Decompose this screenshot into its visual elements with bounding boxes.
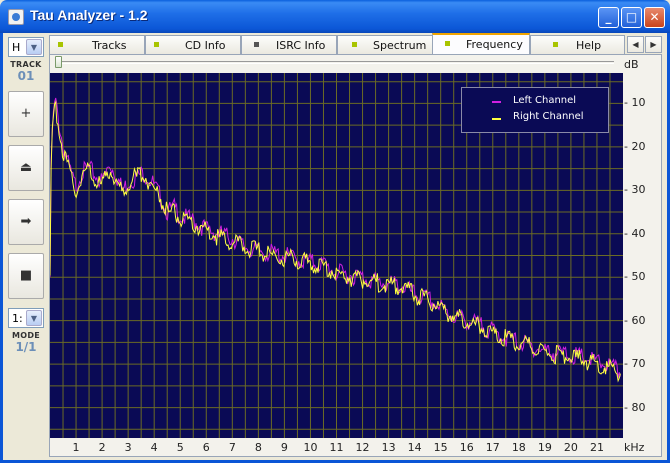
x-tick-label: 18 bbox=[511, 441, 526, 454]
plus-icon: + bbox=[20, 106, 32, 121]
stop-icon: ■ bbox=[19, 268, 33, 283]
tab-spectrum[interactable]: Spectrum bbox=[337, 35, 433, 54]
tab-cd-info-icon bbox=[154, 42, 159, 47]
legend-label-right: Right Channel bbox=[513, 111, 584, 122]
tab-cd-info[interactable]: CD Info bbox=[145, 35, 241, 54]
tab-label: ISRC Info bbox=[276, 39, 326, 52]
x-tick-label: 19 bbox=[537, 441, 552, 454]
tab-isrc-info-icon bbox=[254, 42, 259, 47]
x-tick-label: 20 bbox=[563, 441, 578, 454]
frequency-slider-thumb[interactable] bbox=[55, 56, 62, 68]
add-button[interactable]: + bbox=[8, 91, 44, 137]
legend-label-left: Left Channel bbox=[513, 95, 577, 106]
x-tick-label: 14 bbox=[407, 441, 422, 454]
app-icon bbox=[8, 9, 24, 25]
left-panel: H ▼ TRACK 01 + ⏏ ➡ ■ 1: ▼ MODE 1/1 bbox=[8, 37, 44, 457]
x-tick-label: 4 bbox=[150, 441, 158, 454]
tab-label: Help bbox=[576, 39, 602, 52]
tab-tracks-icon bbox=[58, 42, 63, 47]
tab-label: Tracks bbox=[92, 39, 127, 52]
x-tick-label: 12 bbox=[355, 441, 370, 454]
legend-swatch-right bbox=[492, 118, 501, 120]
mode-select-value: 1: bbox=[12, 312, 23, 325]
chevron-left-icon: ◀ bbox=[632, 40, 639, 49]
x-tick-label: 5 bbox=[176, 441, 184, 454]
x-tick-label: 10 bbox=[303, 441, 318, 454]
x-tick-label: 16 bbox=[459, 441, 474, 454]
minimize-button[interactable]: _ bbox=[598, 7, 619, 28]
frequency-slider-track[interactable] bbox=[58, 61, 614, 64]
window-title: Tau Analyzer - 1.2 bbox=[30, 7, 148, 23]
chevron-down-icon: ▼ bbox=[26, 39, 42, 55]
tab-scroll-left-button[interactable]: ◀ bbox=[627, 36, 644, 53]
tab-scroll-right-button[interactable]: ▶ bbox=[645, 36, 662, 53]
x-tick-label: 9 bbox=[280, 441, 288, 454]
legend-swatch-left bbox=[492, 101, 501, 103]
tab-label: Frequency bbox=[466, 38, 523, 51]
tab-spectrum-icon bbox=[352, 42, 357, 47]
chart-legend: Left Channel Right Channel bbox=[461, 87, 609, 133]
tab-frequency-icon bbox=[445, 41, 450, 46]
title-bar: Tau Analyzer - 1.2 _ □ ✕ bbox=[0, 0, 670, 33]
x-tick-label: 6 bbox=[202, 441, 210, 454]
tab-help[interactable]: Help bbox=[530, 35, 625, 54]
tab-isrc-info[interactable]: ISRC Info bbox=[241, 35, 337, 54]
y-axis-unit: dB bbox=[624, 58, 639, 71]
x-tick-label: 11 bbox=[329, 441, 344, 454]
y-tick-label: - 20 bbox=[624, 139, 646, 153]
mode-select[interactable]: 1: ▼ bbox=[8, 308, 44, 328]
y-tick-label: - 10 bbox=[624, 96, 646, 110]
close-button[interactable]: ✕ bbox=[644, 7, 665, 28]
x-tick-label: 1 bbox=[72, 441, 80, 454]
y-tick-label: - 30 bbox=[624, 183, 646, 197]
x-tick-label: 17 bbox=[485, 441, 500, 454]
x-tick-label: 3 bbox=[124, 441, 132, 454]
y-tick-label: - 60 bbox=[624, 313, 646, 327]
y-tick-label: - 70 bbox=[624, 357, 646, 371]
y-tick-label: - 50 bbox=[624, 270, 646, 284]
tab-help-icon bbox=[553, 42, 558, 47]
x-tick-label: 2 bbox=[98, 441, 106, 454]
chevron-down-icon: ▼ bbox=[26, 310, 42, 326]
x-tick-label: 7 bbox=[228, 441, 236, 454]
mode-value: 1/1 bbox=[15, 340, 37, 354]
tab-tracks[interactable]: Tracks bbox=[49, 35, 145, 54]
maximize-button[interactable]: □ bbox=[621, 7, 642, 28]
drive-select[interactable]: H ▼ bbox=[8, 37, 44, 57]
x-tick-label: 15 bbox=[433, 441, 448, 454]
x-axis-unit: kHz bbox=[624, 441, 645, 454]
y-tick-label: - 80 bbox=[624, 400, 646, 414]
x-tick-label: 8 bbox=[254, 441, 262, 454]
mode-label: MODE bbox=[11, 331, 41, 340]
eject-icon: ⏏ bbox=[19, 160, 33, 175]
chevron-right-icon: ▶ bbox=[650, 40, 657, 49]
tab-label: CD Info bbox=[185, 39, 226, 52]
track-number: 01 bbox=[17, 69, 35, 83]
play-button[interactable]: ➡ bbox=[8, 199, 44, 245]
track-label: TRACK bbox=[10, 60, 42, 69]
tab-frequency[interactable]: Frequency bbox=[432, 33, 530, 55]
stop-button[interactable]: ■ bbox=[8, 253, 44, 299]
arrow-right-icon: ➡ bbox=[20, 214, 32, 229]
eject-button[interactable]: ⏏ bbox=[8, 145, 44, 191]
x-tick-label: 21 bbox=[589, 441, 604, 454]
y-tick-label: - 40 bbox=[624, 226, 646, 240]
drive-select-value: H bbox=[12, 41, 21, 54]
tab-label: Spectrum bbox=[373, 39, 427, 52]
x-tick-label: 13 bbox=[381, 441, 396, 454]
